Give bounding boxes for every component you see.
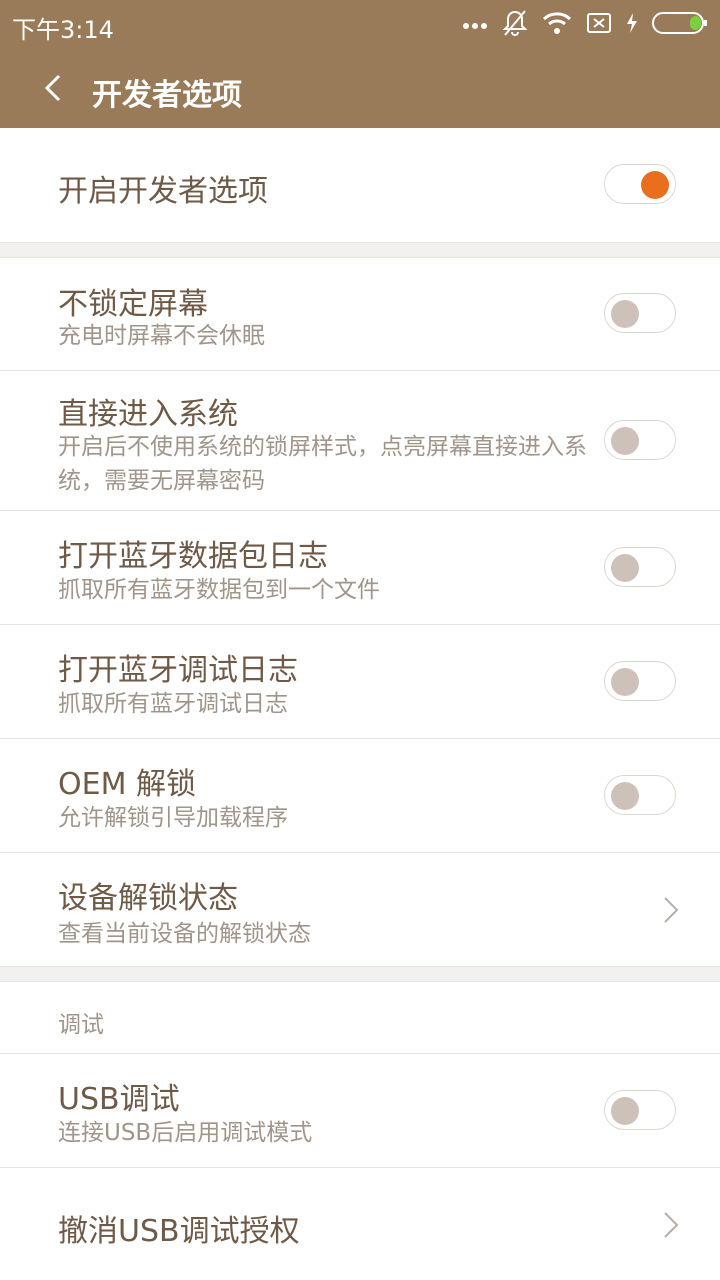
setting-title: OEM 解锁 <box>58 767 196 802</box>
setting-row-revoke-usb-debug[interactable]: 撤消USB调试授权 <box>0 1168 720 1280</box>
bt-packet-log-toggle[interactable] <box>604 547 676 587</box>
setting-title: 设备解锁状态 <box>58 881 238 916</box>
chevron-right-icon <box>664 1212 679 1238</box>
setting-row-usb-debug[interactable]: USB调试 连接USB后启用调试模式 <box>0 1054 720 1167</box>
usb-debug-toggle[interactable] <box>604 1090 676 1130</box>
toggle-knob <box>641 171 669 199</box>
no-lock-toggle[interactable] <box>604 293 676 333</box>
page-title: 开发者选项 <box>92 78 242 113</box>
setting-title: 撤消USB调试授权 <box>58 1214 300 1249</box>
battery-icon <box>652 11 708 39</box>
toggle-knob <box>611 782 639 810</box>
setting-row-direct-enter[interactable]: 直接进入系统 开启后不使用系统的锁屏样式，点亮屏幕直接进入系统，需要无屏幕密码 <box>0 371 720 510</box>
setting-title: 直接进入系统 <box>58 397 238 432</box>
app-header: 下午3:14 开发者选项 <box>0 0 720 128</box>
setting-subtitle: 充电时屏幕不会休眠 <box>58 323 265 349</box>
more-dots-icon <box>462 16 488 35</box>
toggle-knob <box>611 427 639 455</box>
title-bar: 开发者选项 <box>0 50 720 128</box>
section-gap <box>0 242 720 258</box>
setting-title: USB调试 <box>58 1082 180 1117</box>
wifi-icon <box>542 11 572 39</box>
oem-unlock-toggle[interactable] <box>604 775 676 815</box>
setting-title: 打开蓝牙调试日志 <box>58 653 298 688</box>
direct-enter-toggle[interactable] <box>604 420 676 460</box>
setting-row-oem-unlock[interactable]: OEM 解锁 允许解锁引导加载程序 <box>0 739 720 852</box>
back-button[interactable] <box>34 68 74 108</box>
back-arrow-icon <box>44 74 61 102</box>
setting-subtitle: 抓取所有蓝牙调试日志 <box>58 691 288 717</box>
setting-row-bt-packet-log[interactable]: 打开蓝牙数据包日志 抓取所有蓝牙数据包到一个文件 <box>0 511 720 624</box>
toggle-knob <box>611 300 639 328</box>
sim-x-icon <box>586 12 612 38</box>
toggle-knob <box>611 1097 639 1125</box>
charging-bolt-icon <box>626 12 638 38</box>
status-icons <box>462 10 708 40</box>
setting-subtitle: 允许解锁引导加载程序 <box>58 805 288 831</box>
setting-subtitle: 开启后不使用系统的锁屏样式，点亮屏幕直接进入系统，需要无屏幕密码 <box>58 434 587 494</box>
status-time: 下午3:14 <box>12 16 114 44</box>
toggle-knob <box>611 668 639 696</box>
toggle-knob <box>611 554 639 582</box>
setting-title: 打开蓝牙数据包日志 <box>58 539 328 574</box>
status-bar: 下午3:14 <box>0 0 720 50</box>
setting-title: 不锁定屏幕 <box>58 287 208 322</box>
setting-row-bt-debug-log[interactable]: 打开蓝牙调试日志 抓取所有蓝牙调试日志 <box>0 625 720 738</box>
master-toggle-label: 开启开发者选项 <box>58 174 268 209</box>
chevron-right-icon <box>664 897 679 923</box>
setting-subtitle: 连接USB后启用调试模式 <box>58 1120 313 1146</box>
master-toggle-row[interactable]: 开启开发者选项 <box>0 128 720 242</box>
section-label: 调试 <box>58 1012 104 1038</box>
setting-row-device-unlock-status[interactable]: 设备解锁状态 查看当前设备的解锁状态 <box>0 853 720 966</box>
setting-subtitle: 抓取所有蓝牙数据包到一个文件 <box>58 577 380 603</box>
setting-row-no-lock[interactable]: 不锁定屏幕 充电时屏幕不会休眠 <box>0 257 720 370</box>
bt-debug-log-toggle[interactable] <box>604 661 676 701</box>
bell-off-icon <box>502 9 528 41</box>
setting-subtitle: 查看当前设备的解锁状态 <box>58 921 311 947</box>
master-toggle-switch[interactable] <box>604 164 676 204</box>
section-gap <box>0 966 720 982</box>
section-header-debug: 调试 <box>0 981 720 1053</box>
